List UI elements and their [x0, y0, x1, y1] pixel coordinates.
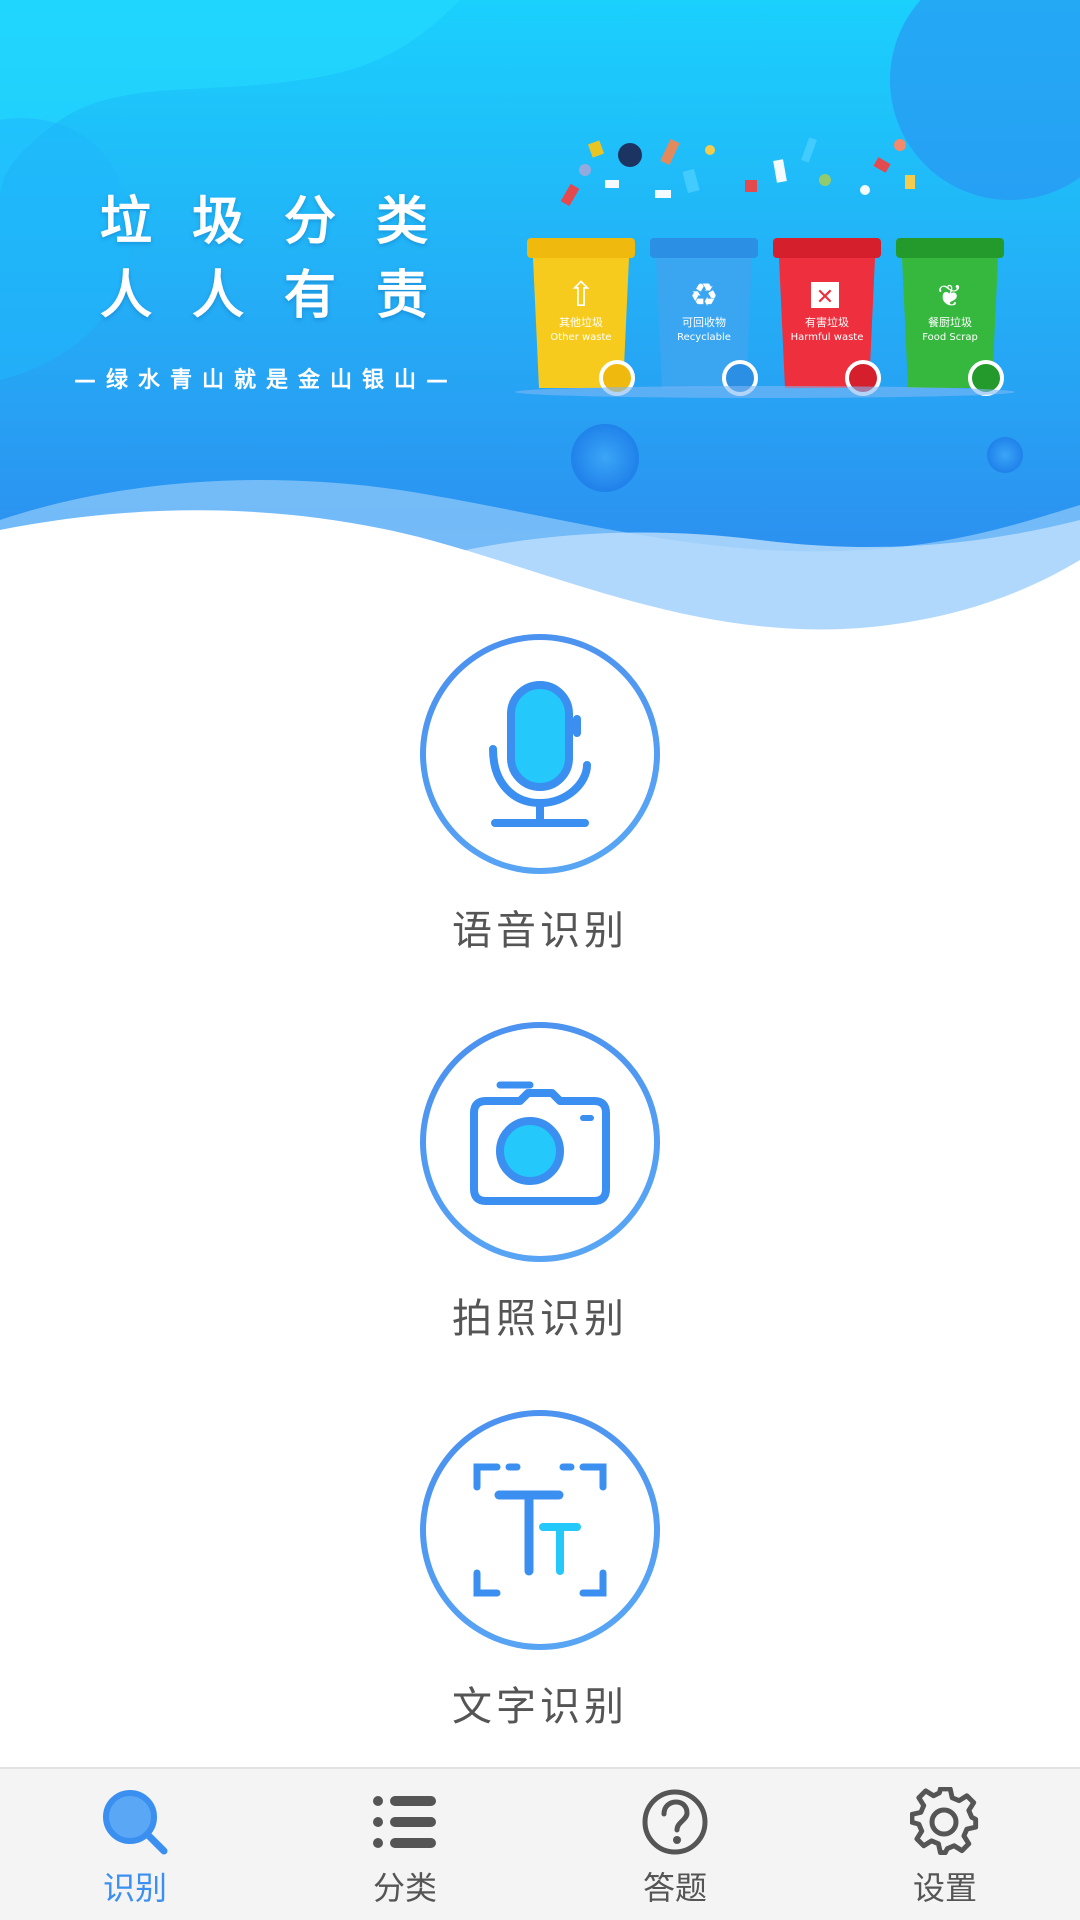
photo-circle[interactable]	[420, 1022, 660, 1262]
list-icon	[373, 1796, 436, 1848]
garbage-bins-illustration: ⇧ 其他垃圾 Other waste ♻ 可回收物 Recyclable ✕ 有…	[515, 137, 1015, 398]
nav-label-categories: 分类	[372, 1869, 437, 1907]
svg-text:其他垃圾: 其他垃圾	[559, 315, 603, 329]
voice-circle[interactable]	[420, 634, 660, 874]
voice-recognition-button[interactable]: 语音识别	[390, 634, 690, 956]
gear-icon	[910, 1787, 979, 1856]
microphone-icon	[489, 681, 591, 827]
svg-text:Other waste: Other waste	[550, 332, 611, 343]
bottom-nav: 识别 分类 答题 设置	[0, 1767, 1080, 1920]
svg-text:Recyclable: Recyclable	[677, 332, 731, 343]
question-icon	[642, 1789, 708, 1855]
text-scan-icon	[473, 1463, 607, 1597]
svg-text:餐厨垃圾: 餐厨垃圾	[928, 315, 972, 329]
svg-text:有害垃圾: 有害垃圾	[805, 315, 849, 329]
svg-text:Food Scrap: Food Scrap	[922, 332, 978, 343]
camera-icon	[470, 1081, 610, 1205]
nav-item-quiz[interactable]: 答题	[540, 1769, 810, 1920]
svg-text:♻: ♻	[690, 276, 719, 314]
bin-other-waste: ⇧ 其他垃圾 Other waste	[527, 238, 635, 396]
nav-label-recognize: 识别	[102, 1869, 167, 1907]
text-circle[interactable]	[420, 1410, 660, 1650]
svg-text:可回收物: 可回收物	[682, 315, 726, 329]
slogan: 垃圾分类 人人有责	[100, 185, 468, 333]
bin-recyclable: ♻ 可回收物 Recyclable	[650, 238, 758, 396]
svg-text:❦: ❦	[937, 279, 962, 314]
header-banner: 垃圾分类 人人有责 —绿水青山就是金山银山— ⇧ 其他垃圾 Other wast…	[0, 0, 1080, 640]
search-icon	[103, 1790, 168, 1855]
text-recognition-label: 文字识别	[452, 1684, 628, 1730]
voice-recognition-label: 语音识别	[452, 908, 628, 954]
nav-item-settings[interactable]: 设置	[810, 1769, 1080, 1920]
slogan-line-2: 人人有责	[100, 266, 469, 326]
nav-label-quiz: 答题	[642, 1869, 707, 1907]
svg-text:✕: ✕	[816, 285, 834, 310]
nav-label-settings: 设置	[912, 1869, 977, 1907]
tagline: —绿水青山就是金山银山—	[74, 368, 459, 393]
svg-text:Harmful waste: Harmful waste	[791, 332, 864, 343]
slogan-line-1: 垃圾分类	[100, 192, 469, 252]
app-screen: 垃圾分类 人人有责 —绿水青山就是金山银山— ⇧ 其他垃圾 Other wast…	[0, 0, 1080, 1920]
bin-harmful-waste: ✕ 有害垃圾 Harmful waste	[773, 238, 881, 396]
photo-recognition-label: 拍照识别	[452, 1296, 628, 1342]
text-recognition-button[interactable]: 文字识别	[390, 1410, 690, 1732]
photo-recognition-button[interactable]: 拍照识别	[390, 1022, 690, 1344]
nav-item-categories[interactable]: 分类	[270, 1769, 540, 1920]
nav-item-recognize[interactable]: 识别	[0, 1769, 270, 1920]
bin-food-scrap: ❦ 餐厨垃圾 Food Scrap	[896, 238, 1004, 396]
svg-text:⇧: ⇧	[567, 275, 596, 315]
